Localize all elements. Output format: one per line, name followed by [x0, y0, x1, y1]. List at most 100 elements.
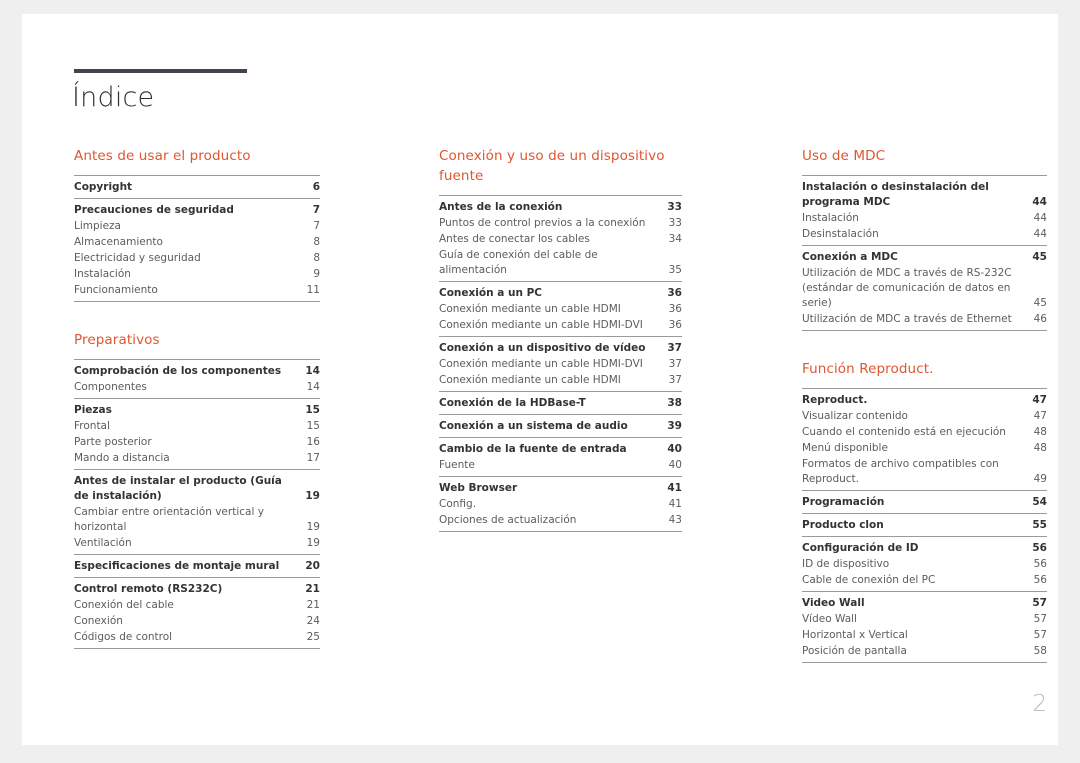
- toc-entry[interactable]: Antes de la conexión 33: [439, 199, 682, 215]
- toc-entry-label: Utilización de MDC a través de Ethernet: [802, 312, 1012, 325]
- toc-entry[interactable]: Utilización de MDC a través de Ethernet 4…: [802, 311, 1047, 327]
- toc-entry-page-number: 43: [668, 513, 682, 526]
- toc-entry[interactable]: Conexión a un sistema de audio 39: [439, 418, 682, 434]
- toc-entry-label: Producto clon: [802, 518, 884, 531]
- toc-entry[interactable]: Conexión a MDC 45: [802, 249, 1047, 265]
- toc-entry[interactable]: Guía de conexión del cable de alimentaci…: [439, 247, 682, 278]
- toc-entry[interactable]: Antes de conectar los cables 34: [439, 231, 682, 247]
- toc-entry[interactable]: Funcionamiento 11: [74, 282, 320, 298]
- toc-entry-page-number: 37: [668, 357, 682, 370]
- toc-entry[interactable]: ID de dispositivo 56: [802, 556, 1047, 572]
- toc-entry[interactable]: Cambiar entre orientación vertical y hor…: [74, 504, 320, 535]
- toc-entry[interactable]: Conexión mediante un cable HDMI 37: [439, 372, 682, 388]
- toc-entry[interactable]: Conexión mediante un cable HDMI-DVI 37: [439, 356, 682, 372]
- toc-entry[interactable]: Config. 41: [439, 496, 682, 512]
- toc-entry[interactable]: Cambio de la fuente de entrada 40: [439, 441, 682, 457]
- toc-entry[interactable]: Especificaciones de montaje mural 20: [74, 558, 320, 574]
- toc-entry[interactable]: Ventilación 19: [74, 535, 320, 551]
- toc-entry-label: Control remoto (RS232C): [74, 582, 223, 595]
- toc-entry-label: Config.: [439, 497, 477, 510]
- toc-entry-group: Conexión a un PC 36 Conexión mediante un c…: [439, 281, 682, 336]
- toc-section-heading: Antes de usar el producto: [74, 148, 251, 164]
- toc-entry[interactable]: Instalación o desinstalación del program…: [802, 179, 1047, 210]
- toc-entry-group: Instalación o desinstalación del program…: [802, 175, 1047, 245]
- toc-entry-group: Web Browser 41 Config. 41 Opciones de actual…: [439, 476, 682, 532]
- toc-entry[interactable]: Producto clon 55: [802, 517, 1047, 533]
- toc-entry[interactable]: Vídeo Wall 57: [802, 611, 1047, 627]
- toc-entry[interactable]: Instalación 9: [74, 266, 320, 282]
- toc-entry[interactable]: Precauciones de seguridad 7: [74, 202, 320, 218]
- toc-entry[interactable]: Almacenamiento 8: [74, 234, 320, 250]
- toc-entry-group: Cambio de la fuente de entrada 40 Fuente 40: [439, 437, 682, 476]
- toc-entry[interactable]: Parte posterior 16: [74, 434, 320, 450]
- toc-entry[interactable]: Componentes 14: [74, 379, 320, 395]
- toc-entry-label: Opciones de actualización: [439, 513, 577, 526]
- toc-entry-group: Piezas 15 Frontal 15 Parte posterior 16 Mando …: [74, 398, 320, 469]
- toc-entry-group: Especificaciones de montaje mural 20: [74, 554, 320, 577]
- document-page: Índice Antes de usar el producto Copyrigh…: [22, 14, 1058, 745]
- toc-entry-label: Parte posterior: [74, 435, 152, 448]
- toc-entry[interactable]: Limpieza 7: [74, 218, 320, 234]
- toc-entry[interactable]: Menú disponible 48: [802, 440, 1047, 456]
- toc-entry[interactable]: Horizontal x Vertical 57: [802, 627, 1047, 643]
- toc-entry-label: Especificaciones de montaje mural: [74, 559, 280, 572]
- toc-entry[interactable]: Video Wall 57: [802, 595, 1047, 611]
- toc-entry[interactable]: Conexión de la HDBase-T 38: [439, 395, 682, 411]
- toc-entry[interactable]: Programación 54: [802, 494, 1047, 510]
- toc-entry-label: Cuando el contenido está en ejecución: [802, 425, 1006, 438]
- toc-entry[interactable]: Utilización de MDC a través de RS-232C (…: [802, 265, 1047, 311]
- toc-entry[interactable]: Conexión mediante un cable HDMI-DVI 36: [439, 317, 682, 333]
- toc-entry-label: Ventilación: [74, 536, 132, 549]
- toc-entry[interactable]: Formatos de archivo compatibles con Repr…: [802, 456, 1047, 487]
- toc-entry-page-number: 48: [1033, 441, 1047, 454]
- toc-entry-page-number: 20: [305, 559, 320, 572]
- toc-entry[interactable]: Cable de conexión del PC 56: [802, 572, 1047, 588]
- toc-entry-page-number: 41: [668, 497, 682, 510]
- toc-entry[interactable]: Web Browser 41: [439, 480, 682, 496]
- toc-entry[interactable]: Control remoto (RS232C) 21: [74, 581, 320, 597]
- toc-entry[interactable]: Electricidad y seguridad 8: [74, 250, 320, 266]
- toc-entry-label: Conexión a un PC: [439, 286, 542, 299]
- toc-entry-label: Piezas: [74, 403, 112, 416]
- toc-entry-label: Conexión a MDC: [802, 250, 898, 263]
- toc-entry-label: Comprobación de los componentes: [74, 364, 282, 377]
- toc-entry[interactable]: Mando a distancia 17: [74, 450, 320, 466]
- toc-entry[interactable]: Instalación 44: [802, 210, 1047, 226]
- toc-entry[interactable]: Puntos de control previos a la conexión 3…: [439, 215, 682, 231]
- toc-entry-label: Vídeo Wall: [802, 612, 857, 625]
- toc-entry-label: Guía de conexión del cable de alimentaci…: [439, 248, 598, 276]
- toc-entry[interactable]: Conexión del cable 21: [74, 597, 320, 613]
- toc-section-heading: Preparativos: [74, 332, 160, 348]
- toc-entry[interactable]: Conexión 24: [74, 613, 320, 629]
- toc-entry[interactable]: Piezas 15: [74, 402, 320, 418]
- toc-entry[interactable]: Antes de instalar el producto (Guía de i…: [74, 473, 320, 504]
- toc-entry-label: Reproduct.: [802, 393, 868, 406]
- toc-entry[interactable]: Fuente 40: [439, 457, 682, 473]
- toc-entry[interactable]: Conexión a un dispositivo de vídeo 37: [439, 340, 682, 356]
- toc-entry[interactable]: Opciones de actualización 43: [439, 512, 682, 528]
- toc-entry-page-number: 44: [1033, 227, 1047, 240]
- toc-column-3: Uso de MDC Instalación o desinstalación d…: [802, 146, 1047, 663]
- toc-entry-page-number: 41: [667, 481, 682, 494]
- toc-entry-page-number: 47: [1033, 409, 1047, 422]
- toc-entry[interactable]: Conexión a un PC 36: [439, 285, 682, 301]
- toc-entry[interactable]: Conexión mediante un cable HDMI 36: [439, 301, 682, 317]
- toc-entry[interactable]: Visualizar contenido 47: [802, 408, 1047, 424]
- toc-entry-group: Configuración de ID 56 ID de dispositivo 56…: [802, 536, 1047, 591]
- toc-entry-label: Programación: [802, 495, 885, 508]
- toc-entry-label: Frontal: [74, 419, 110, 432]
- toc-entry[interactable]: Códigos de control 25: [74, 629, 320, 645]
- toc-entry[interactable]: Copyright 6: [74, 179, 320, 195]
- toc-entry[interactable]: Desinstalación 44: [802, 226, 1047, 242]
- toc-entry-page-number: 58: [1033, 644, 1047, 657]
- toc-entry-page-number: 37: [667, 341, 682, 354]
- toc-entry-page-number: 39: [667, 419, 682, 432]
- toc-entry[interactable]: Comprobación de los componentes 14: [74, 363, 320, 379]
- toc-entry[interactable]: Cuando el contenido está en ejecución 48: [802, 424, 1047, 440]
- toc-entry-group: Precauciones de seguridad 7 Limpieza 7 Almac…: [74, 198, 320, 302]
- toc-entry[interactable]: Posición de pantalla 58: [802, 643, 1047, 659]
- toc-entry[interactable]: Reproduct. 47: [802, 392, 1047, 408]
- toc-entry[interactable]: Frontal 15: [74, 418, 320, 434]
- toc-entry-label: Componentes: [74, 380, 147, 393]
- toc-entry[interactable]: Configuración de ID 56: [802, 540, 1047, 556]
